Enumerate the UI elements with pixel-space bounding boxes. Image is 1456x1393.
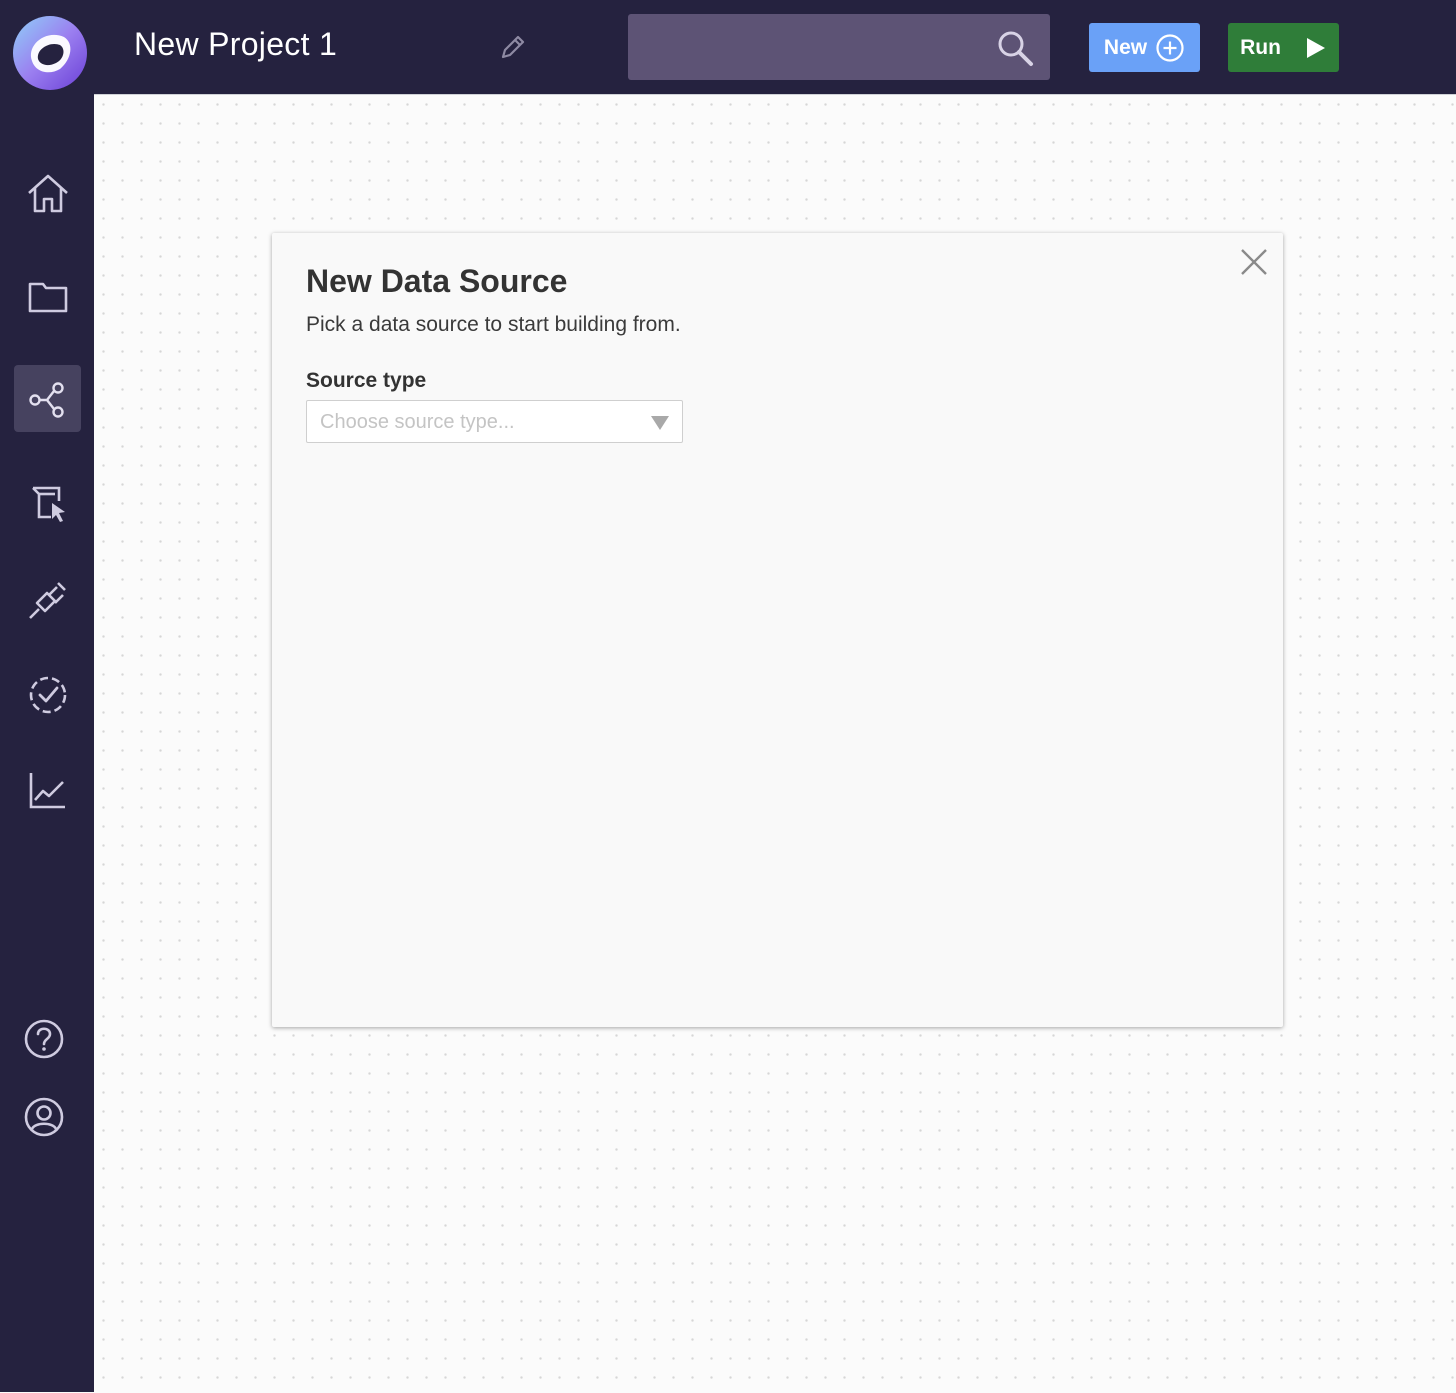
sidebar-item-integrations[interactable] [14, 566, 81, 633]
sidebar-item-account[interactable] [10, 1083, 77, 1150]
source-type-label: Source type [306, 369, 427, 392]
graph-icon [28, 381, 64, 418]
cursor-box-icon [31, 486, 65, 522]
sidebar-item-projects[interactable] [14, 262, 81, 329]
sidebar-item-home[interactable] [14, 160, 81, 227]
chevron-down-icon [651, 416, 669, 430]
sidebar-item-validation[interactable] [14, 661, 81, 728]
new-button[interactable]: New [1089, 23, 1200, 72]
home-icon [27, 174, 68, 212]
source-type-select[interactable]: Choose source type... [306, 400, 683, 443]
close-icon[interactable] [1239, 247, 1269, 277]
check-circle-icon [29, 676, 66, 713]
help-icon [24, 1019, 63, 1058]
sidebar-item-catalog[interactable] [14, 468, 81, 535]
new-data-source-dialog: New Data Source Pick a data source to st… [272, 233, 1283, 1027]
chart-icon [29, 772, 65, 808]
search-icon[interactable] [996, 29, 1034, 67]
plug-icon [28, 581, 66, 619]
run-button[interactable]: Run [1228, 23, 1339, 72]
dialog-title: New Data Source [306, 263, 568, 299]
run-button-label: Run [1240, 35, 1281, 59]
dialog-subtitle: Pick a data source to start building fro… [306, 313, 681, 336]
plus-circle-icon [1156, 33, 1184, 62]
user-icon [24, 1097, 63, 1136]
app-logo[interactable] [12, 15, 88, 91]
edit-title-icon[interactable] [496, 30, 530, 64]
sidebar-item-help[interactable] [10, 1005, 77, 1072]
sidebar-item-pipelines[interactable] [14, 365, 81, 432]
search-input[interactable] [644, 14, 988, 82]
new-button-label: New [1103, 35, 1148, 59]
search-bar [628, 14, 1050, 82]
project-title: New Project 1 [134, 26, 338, 62]
source-type-placeholder: Choose source type... [320, 411, 515, 433]
play-icon [1306, 37, 1325, 58]
top-bar: New Project 1 New Run [0, 0, 1456, 94]
sidebar-item-analytics[interactable] [14, 756, 81, 823]
sidebar [0, 94, 94, 1392]
folder-icon [28, 282, 67, 312]
